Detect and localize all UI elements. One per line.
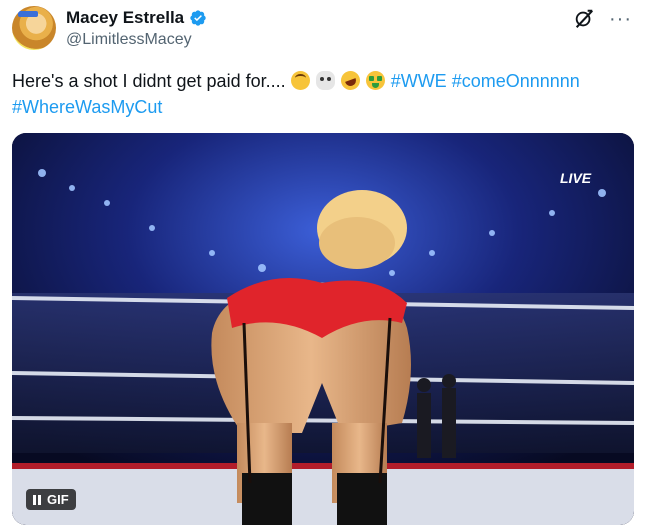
- wrestling-scene-image: LIVE: [12, 133, 634, 525]
- tweet-body: Here's a shot I didnt get paid for....: [12, 71, 286, 91]
- more-icon[interactable]: ···: [609, 9, 632, 29]
- hashtag-link[interactable]: #WhereWasMyCut: [12, 97, 162, 117]
- tweet-media-gif[interactable]: LIVE GIF: [12, 133, 634, 525]
- pause-icon[interactable]: [33, 494, 41, 505]
- tweet-text: Here's a shot I didnt get paid for.... #…: [12, 68, 632, 120]
- live-overlay-text: LIVE: [560, 170, 592, 186]
- grok-icon[interactable]: [573, 8, 595, 30]
- upside-down-face-icon: [290, 71, 310, 90]
- money-mouth-face-icon: [365, 71, 385, 90]
- hashtag-link[interactable]: #WWE: [391, 71, 447, 91]
- gif-badge-label: GIF: [47, 492, 69, 507]
- hashtag-link[interactable]: #comeOnnnnnn: [452, 71, 580, 91]
- rolling-on-floor-laughing-icon: [337, 68, 363, 93]
- author-display-name[interactable]: Macey Estrella: [66, 8, 184, 28]
- gif-badge[interactable]: GIF: [26, 489, 76, 510]
- author-handle[interactable]: @LimitlessMacey: [66, 31, 192, 49]
- avatar[interactable]: [12, 6, 56, 50]
- skull-and-crossbones-icon: [315, 71, 335, 90]
- avatar-decoration: [18, 11, 38, 17]
- verified-badge-icon: [190, 10, 206, 26]
- author-name-row: Macey Estrella: [66, 8, 207, 28]
- tweet-actions-top: ···: [573, 8, 632, 30]
